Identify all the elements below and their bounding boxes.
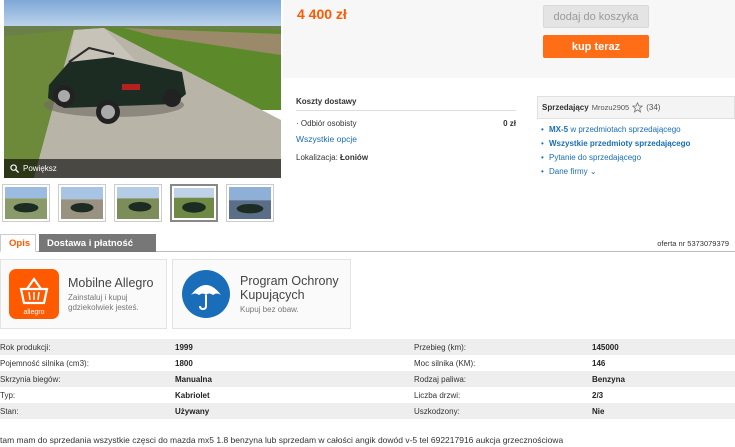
location-value: Łoniów xyxy=(340,153,369,162)
promo-mobile-allegro[interactable]: allegro Mobilne Allegro Zainstaluj i kup… xyxy=(0,259,167,329)
basket-icon: allegro xyxy=(9,269,59,319)
promo-text: Mobilne Allegro Zainstaluj i kupuj gdziek… xyxy=(68,276,153,313)
specs-table: Rok produkcji: 1999 Przebieg (km): 14500… xyxy=(0,339,735,419)
spec-value: Kabriolet xyxy=(175,391,210,400)
seller-link-ask[interactable]: Pytanie do sprzedającego xyxy=(541,153,735,162)
thumbnail-3[interactable] xyxy=(114,184,162,222)
table-row: Skrzynia biegów: Manualna Rodzaj paliwa:… xyxy=(0,371,735,387)
spec-label: Typ: xyxy=(0,391,16,400)
spec-label: Liczba drzwi: xyxy=(414,391,461,400)
seller-header: Sprzedający Mrozu2905 (34) xyxy=(537,96,735,119)
spec-value: 2/3 xyxy=(592,391,604,400)
seller-rating-count: (34) xyxy=(646,103,661,112)
spec-label: Uszkodzony: xyxy=(414,407,460,416)
magnifier-icon xyxy=(10,164,19,173)
thumbnail-strip xyxy=(2,184,274,222)
thumbnail-4[interactable] xyxy=(170,184,218,222)
thumbnail-2[interactable] xyxy=(58,184,106,222)
thumbnail-image xyxy=(5,187,47,219)
tab-bar: Opis Dostawa i płatność oferta nr 537307… xyxy=(0,234,735,252)
tab-description[interactable]: Opis xyxy=(0,234,36,252)
thumbnail-image xyxy=(117,187,159,219)
buy-now-button[interactable]: kup teraz xyxy=(543,35,649,58)
seller-label: Sprzedający xyxy=(542,103,589,112)
spec-label: Przebieg (km): xyxy=(414,343,467,352)
spec-value: 145000 xyxy=(592,343,619,352)
seller-name[interactable]: Mrozu2905 xyxy=(592,103,630,112)
thumbnail-image xyxy=(174,188,214,218)
tab-delivery-payment[interactable]: Dostawa i płatność xyxy=(39,234,156,252)
spec-value: Używany xyxy=(175,407,210,416)
spec-label: Pojemność silnika (cm3): xyxy=(0,359,89,368)
thumbnail-image xyxy=(229,187,271,219)
thumbnail-image xyxy=(61,187,103,219)
offer-number: oferta nr 5373079379 xyxy=(657,239,729,248)
delivery-section: Koszty dostawy · Odbiór osobisty 0 zł Ws… xyxy=(296,97,516,162)
zoom-button[interactable]: Powiększ xyxy=(4,159,281,178)
umbrella-icon xyxy=(182,270,230,318)
allegro-logo-text: allegro xyxy=(23,309,44,316)
pickup-cost: 0 zł xyxy=(503,119,516,128)
thumbnail-1[interactable] xyxy=(2,184,50,222)
spec-label: Skrzynia biegów: xyxy=(0,375,61,384)
add-to-cart-button[interactable]: dodaj do koszyka xyxy=(543,5,649,28)
purchase-panel: 4 400 zł dodaj do koszyka kup teraz xyxy=(283,0,735,78)
spec-value: Manualna xyxy=(175,375,212,384)
promo-subtitle: Zainstaluj i kupuj gdziekolwiek jesteś. xyxy=(68,292,139,312)
promo-text: Program Ochrony Kupujących Kupuj bez obaw… xyxy=(240,274,339,315)
main-photo[interactable]: Powiększ xyxy=(4,0,281,178)
location-label: Lokalizacja: xyxy=(296,153,338,162)
spec-label: Stan: xyxy=(0,407,19,416)
pickup-label: · Odbiór osobisty xyxy=(296,119,357,128)
seller-links: MX-5 w przedmiotach sprzedającego Wszyst… xyxy=(537,125,735,176)
seller-link-model-items[interactable]: MX-5 w przedmiotach sprzedającego xyxy=(541,125,735,134)
spec-value: Nie xyxy=(592,407,605,416)
thumbnail-5[interactable] xyxy=(226,184,274,222)
spec-label: Rok produkcji: xyxy=(0,343,51,352)
car-photo xyxy=(4,0,281,178)
delivery-title: Koszty dostawy xyxy=(296,97,516,111)
promo-buyer-protection[interactable]: Program Ochrony Kupujących Kupuj bez obaw… xyxy=(172,259,351,329)
seller-section: Sprzedający Mrozu2905 (34) MX-5 w przedm… xyxy=(537,96,735,181)
table-row: Stan: Używany Uszkodzony: Nie xyxy=(0,403,735,419)
spec-value: Benzyna xyxy=(592,375,625,384)
spec-label: Rodzaj paliwa: xyxy=(414,375,467,384)
spec-value: 1999 xyxy=(175,343,193,352)
table-row: Rok produkcji: 1999 Przebieg (km): 14500… xyxy=(0,339,735,355)
promo-title: Mobilne Allegro xyxy=(68,275,154,290)
seller-link-all-items[interactable]: Wszystkie przedmioty sprzedającego xyxy=(541,139,735,148)
table-row: Pojemność silnika (cm3): 1800 Moc silnik… xyxy=(0,355,735,371)
all-delivery-options-link[interactable]: Wszystkie opcje xyxy=(296,134,516,144)
seller-link-company[interactable]: Dane firmy ⌄ xyxy=(541,167,735,176)
promo-title: Program Ochrony Kupujących xyxy=(240,273,339,302)
spec-value: 146 xyxy=(592,359,606,368)
delivery-row-pickup: · Odbiór osobisty 0 zł xyxy=(296,119,516,128)
chevron-down-icon: ⌄ xyxy=(589,167,597,176)
table-row: Typ: Kabriolet Liczba drzwi: 2/3 xyxy=(0,387,735,403)
spec-label: Moc silnika (KM): xyxy=(414,359,476,368)
star-icon xyxy=(632,102,644,113)
item-description: tam mam do sprzedania wszystkie częsci d… xyxy=(0,435,564,445)
zoom-label: Powiększ xyxy=(23,164,57,173)
price: 4 400 zł xyxy=(297,6,347,22)
promo-subtitle: Kupuj bez obaw. xyxy=(240,304,299,314)
spec-value: 1800 xyxy=(175,359,193,368)
location: Lokalizacja: Łoniów xyxy=(296,153,516,162)
